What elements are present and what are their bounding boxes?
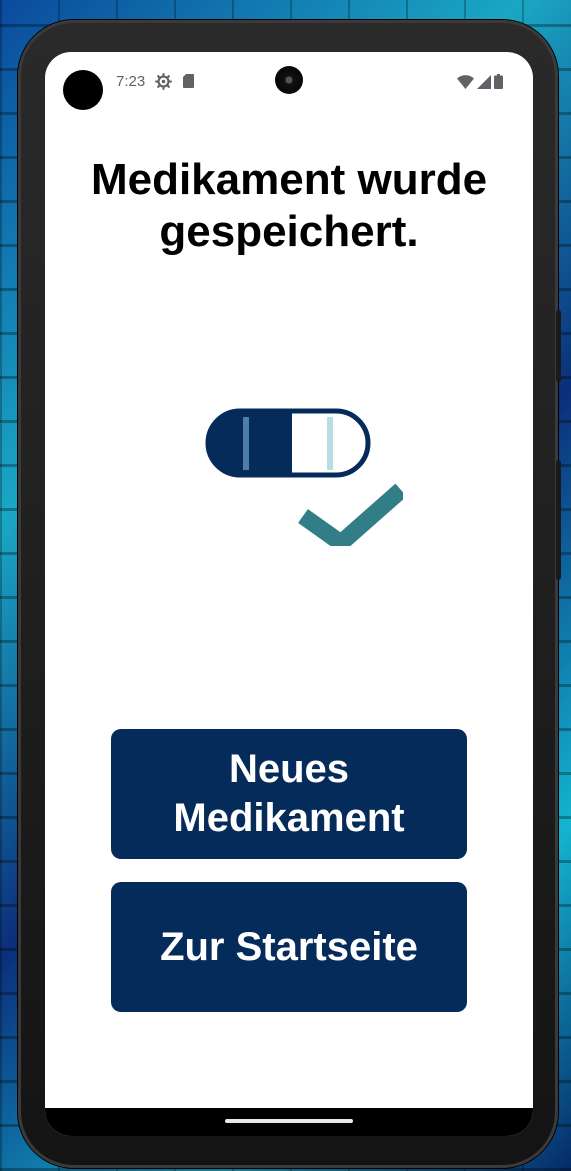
status-dot bbox=[63, 70, 103, 110]
power-button bbox=[556, 310, 561, 382]
settings-gear-icon bbox=[155, 73, 172, 90]
front-camera bbox=[275, 66, 303, 94]
sd-card-icon bbox=[183, 74, 194, 88]
navigation-bar bbox=[45, 1108, 533, 1136]
status-time: 7:23 bbox=[116, 73, 146, 90]
page-title: Medikament wurde gespeichert. bbox=[90, 155, 488, 256]
status-bar: 7:23 bbox=[45, 52, 533, 112]
app-screen: 7:23 Medikament wurde gespeichert. Neues… bbox=[45, 52, 533, 1136]
volume-button bbox=[556, 460, 561, 580]
wifi-icon bbox=[457, 74, 474, 89]
battery-icon bbox=[494, 74, 503, 89]
cell-signal-icon bbox=[477, 74, 491, 89]
pill-checkmark-icon bbox=[205, 408, 403, 546]
go-to-home-button[interactable]: Zur Startseite bbox=[111, 882, 467, 1012]
new-medication-button[interactable]: Neues Medikament bbox=[111, 729, 467, 859]
status-right-icons bbox=[457, 74, 503, 89]
home-indicator[interactable] bbox=[225, 1119, 353, 1123]
